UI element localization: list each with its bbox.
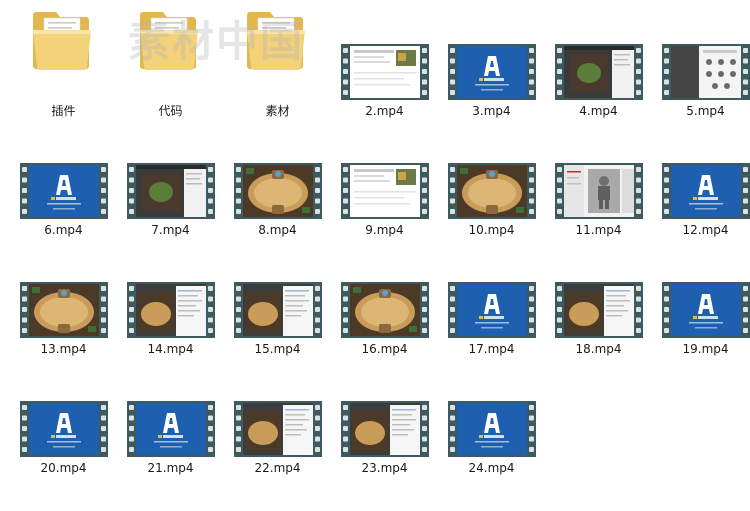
folder-name: 素材 [265,104,290,118]
file-name: 22.mp4 [254,461,301,475]
video-thumbnail-game-board [234,163,322,219]
video-file-item[interactable]: 7.mp4 [117,163,224,273]
video-file-item[interactable]: 20.mp4 [10,401,117,511]
video-file-item[interactable]: 15.mp4 [224,282,331,392]
file-name: 6.mp4 [44,223,83,237]
video-thumbnail-blue-logo [20,401,108,457]
video-thumbnail-blue-logo [448,401,536,457]
file-name: 13.mp4 [40,342,87,356]
video-thumbnail-game-editor [127,282,215,338]
video-thumbnail-web-page [341,163,429,219]
file-name: 7.mp4 [151,223,190,237]
file-name: 9.mp4 [365,223,404,237]
video-file-item[interactable]: 4.mp4 [545,44,652,154]
file-name: 5.mp4 [686,104,725,118]
video-thumbnail-blue-logo [662,163,750,219]
video-file-item[interactable]: 10.mp4 [438,163,545,273]
video-file-item[interactable]: 21.mp4 [117,401,224,511]
video-file-item[interactable]: 3.mp4 [438,44,545,154]
video-thumbnail-game-editor [234,401,322,457]
video-file-item[interactable]: 11.mp4 [545,163,652,273]
video-file-item[interactable]: 16.mp4 [331,282,438,392]
video-thumbnail-blue-logo [20,163,108,219]
file-name: 3.mp4 [472,104,511,118]
file-name: 15.mp4 [254,342,301,356]
video-file-item[interactable]: 6.mp4 [10,163,117,273]
folder-item[interactable]: 素材 [224,0,331,118]
video-thumbnail-game-editor [234,282,322,338]
file-name: 11.mp4 [575,223,622,237]
video-file-item[interactable]: 13.mp4 [10,282,117,392]
video-file-item[interactable]: 19.mp4 [652,282,750,392]
video-file-item[interactable]: 5.mp4 [652,44,750,154]
video-file-item[interactable]: 22.mp4 [224,401,331,511]
video-thumbnail-dark-editor [127,163,215,219]
file-name: 23.mp4 [361,461,408,475]
video-thumbnail-character [555,163,643,219]
video-thumbnail-dark-editor [555,44,643,100]
file-name: 24.mp4 [468,461,515,475]
file-name: 18.mp4 [575,342,622,356]
folder-name: 代码 [158,104,183,118]
video-thumbnail-panel-icons [662,44,750,100]
video-thumbnail-game-board [448,163,536,219]
video-file-item[interactable]: 24.mp4 [438,401,545,511]
video-thumbnail-blue-logo [448,44,536,100]
folder-icon [247,12,305,70]
file-name: 4.mp4 [579,104,618,118]
video-thumbnail-game-board [20,282,108,338]
video-thumbnail-game-editor [555,282,643,338]
file-name: 12.mp4 [682,223,729,237]
video-file-item[interactable]: 17.mp4 [438,282,545,392]
video-file-item[interactable]: 8.mp4 [224,163,331,273]
video-thumbnail-game-editor [341,401,429,457]
folder-item[interactable]: 插件 [10,0,117,118]
video-file-item[interactable]: 14.mp4 [117,282,224,392]
file-name: 8.mp4 [258,223,297,237]
file-name: 21.mp4 [147,461,194,475]
video-file-item[interactable]: 9.mp4 [331,163,438,273]
video-thumbnail-blue-logo [127,401,215,457]
video-file-item[interactable]: 12.mp4 [652,163,750,273]
video-thumbnail-game-board [341,282,429,338]
file-name: 17.mp4 [468,342,515,356]
folder-icon [33,12,91,70]
video-thumbnail-blue-logo [448,282,536,338]
file-name: 10.mp4 [468,223,515,237]
video-file-item[interactable]: 18.mp4 [545,282,652,392]
folder-icon [140,12,198,70]
video-file-item[interactable]: 23.mp4 [331,401,438,511]
video-file-item[interactable]: 2.mp4 [331,44,438,154]
file-name: 16.mp4 [361,342,408,356]
file-name: 19.mp4 [682,342,729,356]
file-grid: 插件 代码 素材 2.mp4 3.mp4 4.mp4 5.mp4 6.mp4 7… [0,0,750,481]
folder-name: 插件 [51,104,76,118]
folder-item[interactable]: 代码 [117,0,224,118]
video-thumbnail-web-page [341,44,429,100]
file-name: 20.mp4 [40,461,87,475]
video-thumbnail-blue-logo [662,282,750,338]
file-name: 2.mp4 [365,104,404,118]
file-name: 14.mp4 [147,342,194,356]
